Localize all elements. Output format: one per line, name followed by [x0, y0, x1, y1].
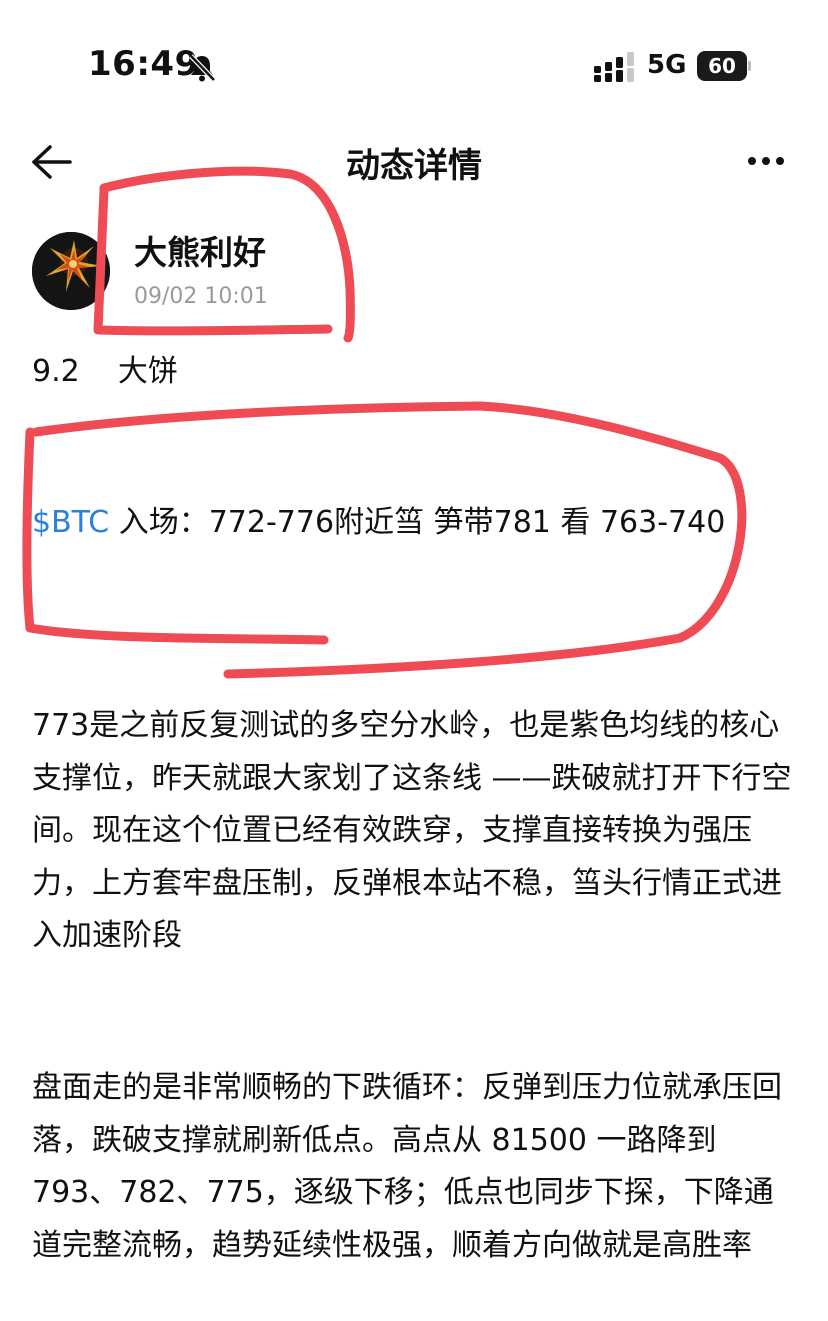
- page-title: 动态详情: [346, 146, 482, 186]
- trade-signal-text: 入场：772-776附近筜 笋带781 看 763-740: [109, 505, 726, 540]
- cellular-signal-icon: [594, 52, 634, 82]
- trade-signal: $BTC 入场：772-776附近筜 笋带781 看 763-740: [32, 497, 772, 549]
- status-time: 16:49: [88, 44, 199, 84]
- more-dots-icon[interactable]: [746, 144, 786, 178]
- nav-header: 动态详情: [0, 130, 828, 190]
- network-type: 5G: [647, 50, 687, 80]
- avatar-image: [32, 232, 110, 310]
- ticker-link[interactable]: $BTC: [32, 505, 109, 540]
- battery-cap: [748, 61, 751, 71]
- post-paragraph: 盘面走的是非常顺畅的下跌循环：反弹到压力位就承压回落，跌破支撑就刷新低点。高点从…: [32, 1070, 782, 1263]
- post-title: 9.2 大饼: [32, 354, 178, 389]
- avatar[interactable]: [32, 232, 110, 310]
- post-time: 09/02 10:01: [134, 284, 268, 309]
- bell-slash-icon: [189, 54, 216, 82]
- status-bar: 16:49 5G 60: [0, 0, 828, 130]
- battery-indicator: 60: [697, 51, 751, 81]
- battery-level: 60: [697, 51, 747, 81]
- author-name[interactable]: 大熊利好: [134, 226, 266, 274]
- post-paragraph: 773是之前反复测试的多空分水岭，也是紫色均线的核心支撑位，昨天就跟大家划了这条…: [32, 708, 792, 953]
